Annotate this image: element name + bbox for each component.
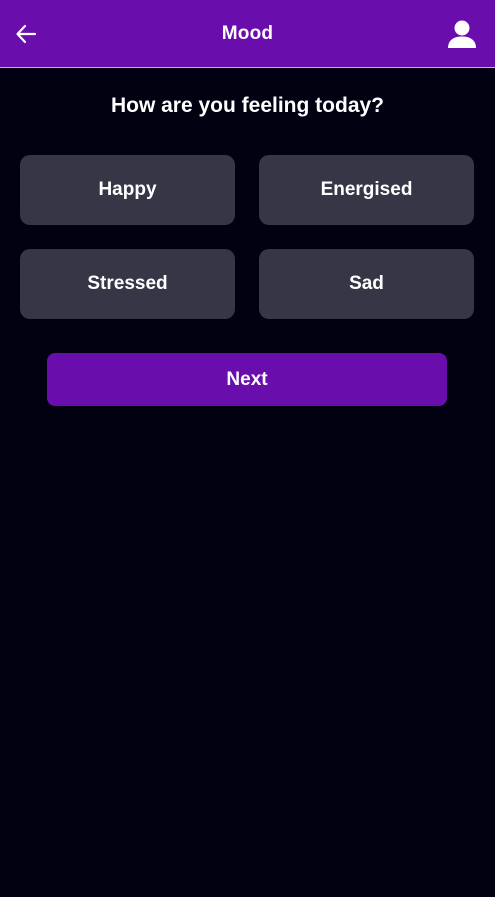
mood-options: Happy Energised Stressed Sad bbox=[20, 155, 474, 319]
mood-question: How are you feeling today? bbox=[110, 94, 385, 117]
app-header: Mood bbox=[0, 0, 495, 68]
mood-option-sad[interactable]: Sad bbox=[259, 249, 474, 319]
next-button[interactable]: Next bbox=[47, 353, 447, 406]
page-title: Mood bbox=[221, 22, 274, 44]
mood-option-energised[interactable]: Energised bbox=[259, 155, 474, 225]
user-icon bbox=[448, 20, 476, 48]
profile-button[interactable] bbox=[445, 17, 479, 51]
mood-screen: Mood How are you feeling today? Happy En… bbox=[0, 0, 495, 897]
mood-option-happy[interactable]: Happy bbox=[20, 155, 235, 225]
mood-option-stressed[interactable]: Stressed bbox=[20, 249, 235, 319]
arrow-left-icon bbox=[16, 24, 37, 44]
back-button[interactable] bbox=[10, 18, 42, 50]
